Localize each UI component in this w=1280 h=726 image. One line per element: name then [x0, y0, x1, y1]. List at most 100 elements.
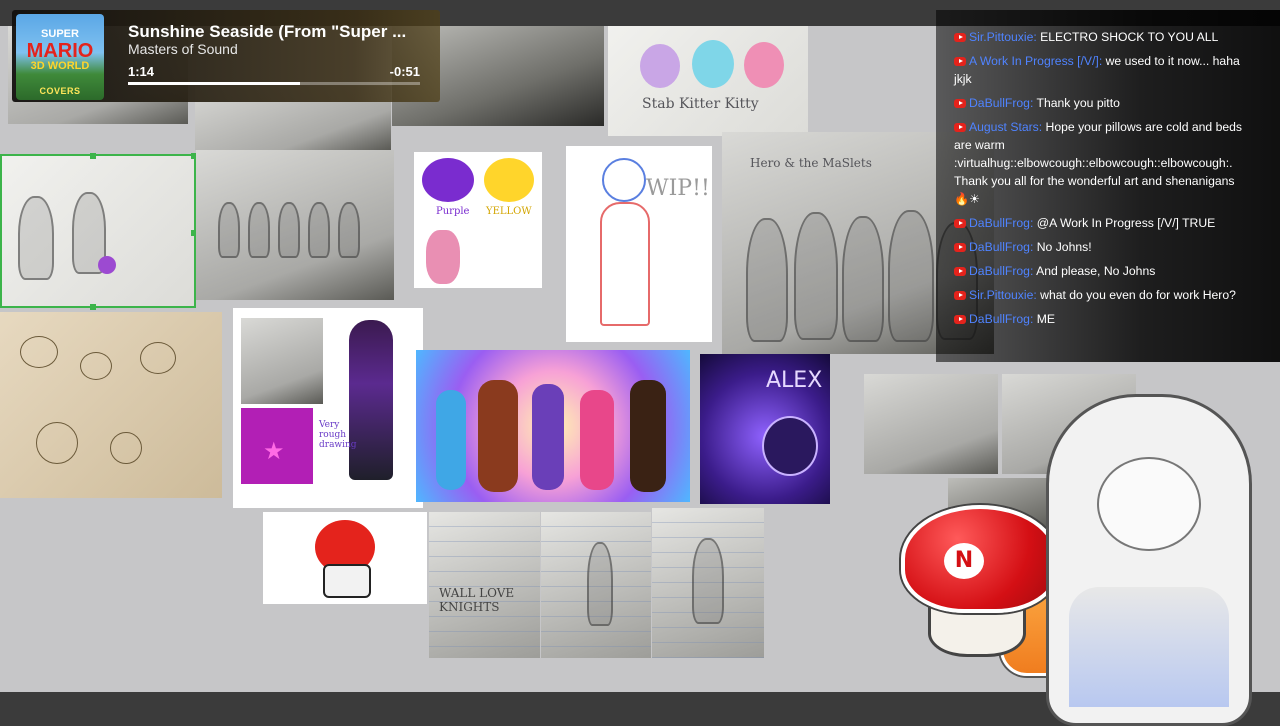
- youtube-icon: [954, 267, 966, 276]
- sketch-figure: [218, 202, 240, 258]
- wall-label: WALL LOVE KNIGHTS: [439, 586, 515, 614]
- white-body: [323, 564, 371, 598]
- wip-head: [602, 158, 646, 202]
- sketch-figure: [746, 218, 788, 342]
- wip-label: WIP!!: [646, 176, 710, 201]
- selection-handle[interactable]: [90, 153, 96, 159]
- sketch-figure: [692, 538, 724, 624]
- chat-text: @A Work In Progress [/V/] TRUE: [1033, 216, 1216, 230]
- artwork-kitty-card[interactable]: Stab Kitter Kitty: [608, 26, 808, 136]
- youtube-icon: [954, 243, 966, 252]
- sketch-figure: [587, 542, 613, 626]
- youtube-icon: [954, 33, 966, 42]
- yellow-label: YELLOW: [486, 206, 532, 217]
- time-remaining: -0:51: [389, 64, 420, 79]
- chat-author[interactable]: A Work In Progress [/V/]:: [969, 54, 1102, 68]
- time-elapsed: 1:14: [128, 64, 155, 79]
- chibi-body: [1069, 587, 1229, 707]
- artwork-colorful-lineup[interactable]: [416, 350, 690, 502]
- doodle-circle: [20, 336, 58, 368]
- sketch-figure: [338, 202, 360, 258]
- artwork-wip[interactable]: WIP!!: [566, 146, 712, 342]
- chat-text: ELECTRO SHOCK TO YOU ALL: [1036, 30, 1219, 44]
- sketch-figure: [248, 202, 270, 258]
- album-logo-super: SUPER: [41, 28, 79, 40]
- chat-message: A Work In Progress [/V/]: we used to it …: [954, 52, 1250, 88]
- alex-face: [762, 416, 818, 476]
- character: [580, 390, 614, 490]
- progress-fill: [128, 82, 301, 85]
- youtube-icon: [954, 315, 966, 324]
- artwork-lineup-photo[interactable]: [196, 150, 394, 300]
- sketch-figure: [888, 210, 934, 342]
- chibi-character-mascot: [1046, 394, 1252, 726]
- kitty-pink: [744, 42, 784, 88]
- album-logo-3dworld: 3D WORLD: [30, 60, 90, 72]
- sketch-figure: [18, 196, 54, 280]
- chat-author[interactable]: DaBullFrog:: [969, 312, 1033, 326]
- artwork-alex[interactable]: ALEX: [700, 354, 830, 504]
- rough-label: Very rough drawing: [319, 420, 357, 450]
- purple-head: [422, 158, 474, 202]
- doodle-circle: [110, 432, 142, 464]
- chat-message: DaBullFrog: And please, No Johns: [954, 262, 1250, 280]
- youtube-icon: [954, 99, 966, 108]
- chat-author[interactable]: August Stars:: [969, 120, 1042, 134]
- artwork-red-mask-character[interactable]: [263, 512, 427, 604]
- artwork-selected-paper[interactable]: [0, 154, 196, 308]
- artwork-notebook-2[interactable]: [541, 512, 651, 658]
- inset-photo: [241, 318, 323, 404]
- youtube-icon: [954, 219, 966, 228]
- sketch-figure: [308, 202, 330, 258]
- chat-text: ME: [1033, 312, 1056, 326]
- chat-overlay: Sir.Pittouxie: ELECTRO SHOCK TO YOU ALL A…: [954, 28, 1250, 334]
- chat-text: No Johns!: [1033, 240, 1092, 254]
- track-title: Sunshine Seaside (From "Super ...: [128, 22, 407, 41]
- yellow-head: [484, 158, 534, 202]
- chat-message: DaBullFrog: Thank you pitto: [954, 94, 1250, 112]
- hero-header: Hero & the MaSlets: [750, 156, 872, 170]
- chat-author[interactable]: Sir.Pittouxie:: [969, 288, 1037, 302]
- pink-character: [426, 230, 460, 284]
- mushroom-letter: N: [944, 543, 984, 579]
- wip-body: [600, 202, 650, 326]
- chat-author[interactable]: Sir.Pittouxie:: [969, 30, 1037, 44]
- chat-author[interactable]: DaBullFrog:: [969, 216, 1033, 230]
- character: [532, 384, 564, 490]
- chat-text: what do you even do for work Hero?: [1036, 288, 1236, 302]
- chibi-face: [1097, 457, 1201, 551]
- chat-message: DaBullFrog: ME: [954, 310, 1250, 328]
- sketch-figure: [278, 202, 300, 258]
- purple-character: [98, 256, 116, 274]
- youtube-icon: [954, 123, 966, 132]
- youtube-icon: [954, 57, 966, 66]
- chat-message: Sir.Pittouxie: what do you even do for w…: [954, 286, 1250, 304]
- chat-message: DaBullFrog: @A Work In Progress [/V/] TR…: [954, 214, 1250, 232]
- star-icon: ★: [263, 438, 285, 465]
- purple-label: Purple: [436, 206, 470, 217]
- chat-text: Thank you pitto: [1033, 96, 1120, 110]
- artwork-plush-photo[interactable]: [864, 374, 998, 474]
- album-art: SUPER MARIO 3D WORLD COVERS: [16, 14, 104, 100]
- chat-text: And please, No Johns: [1033, 264, 1156, 278]
- chat-author[interactable]: DaBullFrog:: [969, 96, 1033, 110]
- album-badge: COVERS: [39, 86, 81, 96]
- doodle-circle: [140, 342, 176, 374]
- chat-author[interactable]: DaBullFrog:: [969, 264, 1033, 278]
- kitty-purple: [640, 44, 680, 88]
- artwork-notebook-1[interactable]: WALL LOVE KNIGHTS: [429, 512, 540, 658]
- artwork-notebook-3[interactable]: [652, 508, 764, 658]
- selection-handle[interactable]: [90, 304, 96, 310]
- track-artist: Masters of Sound: [128, 41, 238, 57]
- doodle-circle: [36, 422, 78, 464]
- artwork-purple-yellow[interactable]: Purple YELLOW: [414, 152, 542, 288]
- artwork-tan-doodles[interactable]: [0, 312, 222, 498]
- sketch-figure: [794, 212, 838, 340]
- chat-author[interactable]: DaBullFrog:: [969, 240, 1033, 254]
- progress-bar[interactable]: [128, 82, 420, 85]
- kitty-caption: Stab Kitter Kitty: [642, 96, 759, 112]
- doodle-circle: [80, 352, 112, 380]
- artwork-rough-drawing[interactable]: ★ Very rough drawing: [233, 308, 423, 508]
- tall-character: [349, 320, 393, 480]
- youtube-icon: [954, 291, 966, 300]
